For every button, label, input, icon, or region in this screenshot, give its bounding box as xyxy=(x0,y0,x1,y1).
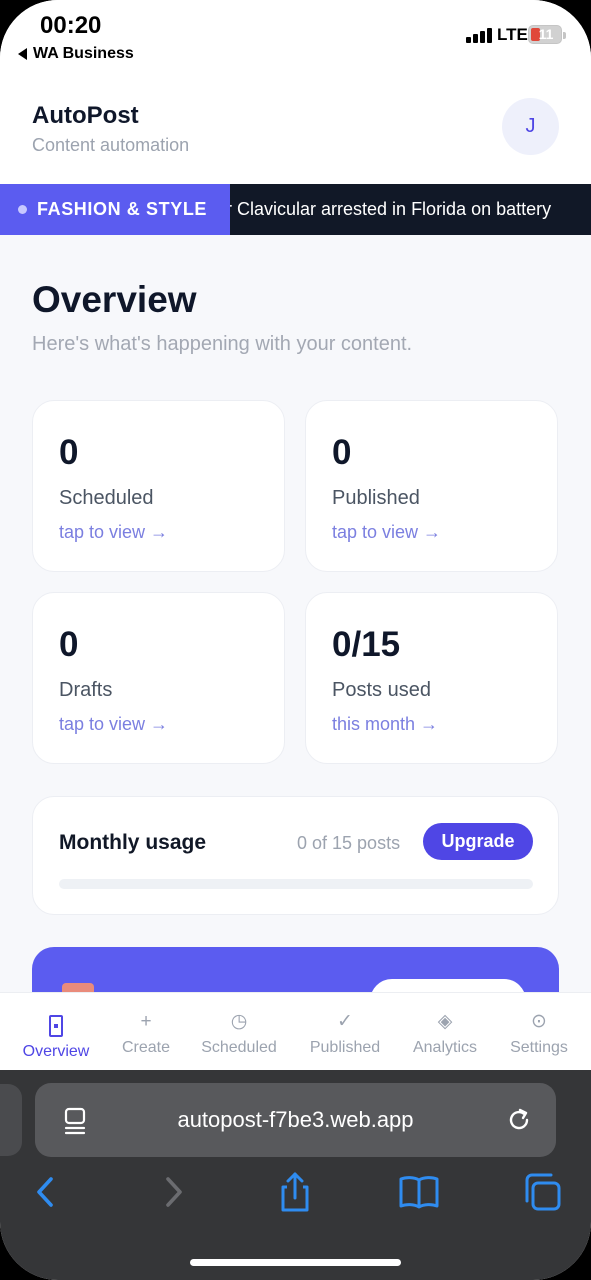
back-app-label: WA Business xyxy=(33,45,134,62)
previous-tab-preview[interactable] xyxy=(0,1084,22,1156)
back-to-app-link[interactable]: WA Business xyxy=(18,45,134,63)
app-header: AutoPost Content automation J xyxy=(0,80,591,184)
stat-label: Drafts xyxy=(59,679,113,701)
tab-label: Create xyxy=(121,1039,171,1056)
browser-nav-row xyxy=(0,1170,591,1224)
stat-value: 0/15 xyxy=(332,625,401,664)
stat-label: Scheduled xyxy=(59,487,154,509)
clock-icon: ◷ xyxy=(230,1011,248,1032)
ticker-category: FASHION & STYLE xyxy=(37,199,208,219)
stat-link[interactable]: tap to view → xyxy=(59,522,168,543)
back-triangle-icon xyxy=(18,48,27,60)
browser-toolbar: autopost-f7be3.web.app xyxy=(0,1070,591,1280)
bottom-tab-bar: Overview + Create ◷ Scheduled ✓ Publishe… xyxy=(0,992,591,1070)
diamond-icon: ◈ xyxy=(437,1011,453,1032)
home-indicator[interactable] xyxy=(190,1259,401,1266)
usage-progress-bar xyxy=(59,879,533,889)
monthly-usage-card: Monthly usage 0 of 15 posts Upgrade xyxy=(32,796,559,915)
status-bar: 00:20 WA Business LTE 11 xyxy=(0,0,591,80)
check-icon: ✓ xyxy=(337,1011,353,1032)
tab-scheduled[interactable]: ◷ Scheduled xyxy=(194,993,284,1071)
promo-action-button[interactable] xyxy=(370,979,526,992)
tab-settings[interactable]: ⊙ Settings xyxy=(500,993,578,1071)
plus-icon: + xyxy=(140,1011,152,1032)
reload-icon[interactable] xyxy=(504,1105,534,1135)
tab-published[interactable]: ✓ Published xyxy=(300,993,390,1071)
calendar-emoji-icon xyxy=(62,983,94,992)
promo-banner[interactable] xyxy=(32,947,559,992)
tab-label: Published xyxy=(309,1039,381,1056)
status-time: 00:20 xyxy=(40,12,102,39)
app-subtitle: Content automation xyxy=(32,135,190,155)
stat-value: 0 xyxy=(332,433,352,472)
stat-link[interactable]: tap to view → xyxy=(59,714,168,735)
address-bar[interactable]: autopost-f7be3.web.app xyxy=(35,1083,556,1157)
overview-icon xyxy=(49,1015,63,1037)
phone-screen: 00:20 WA Business LTE 11 AutoPost Conten… xyxy=(0,0,591,1280)
url-text[interactable]: autopost-f7be3.web.app xyxy=(35,1083,556,1157)
back-arrow-icon[interactable] xyxy=(24,1170,68,1214)
page-title: Overview xyxy=(32,279,197,320)
stat-label: Posts used xyxy=(332,679,431,701)
usage-count: 0 of 15 posts xyxy=(297,833,401,853)
usage-label: Monthly usage xyxy=(59,831,207,854)
tab-label: Scheduled xyxy=(201,1039,277,1056)
stat-card-drafts[interactable]: 0 Drafts tap to view → xyxy=(32,592,285,764)
avatar[interactable]: J xyxy=(502,98,559,155)
share-icon[interactable] xyxy=(273,1170,317,1214)
tab-label: Analytics xyxy=(412,1039,478,1056)
tab-label: Overview xyxy=(22,1043,90,1060)
live-dot-icon xyxy=(18,205,27,214)
stat-label: Published xyxy=(332,487,420,509)
tab-analytics[interactable]: ◈ Analytics xyxy=(402,993,488,1071)
stat-card-posts-used[interactable]: 0/15 Posts used this month → xyxy=(305,592,558,764)
bookmarks-icon[interactable] xyxy=(397,1170,441,1214)
stat-value: 0 xyxy=(59,625,79,664)
stat-link[interactable]: tap to view → xyxy=(332,522,441,543)
news-ticker[interactable]: FASHION & STYLE r Clavicular arrested in… xyxy=(0,184,591,235)
page-subtitle: Here's what's happening with your conten… xyxy=(32,333,413,355)
ticker-category-tag: FASHION & STYLE xyxy=(0,184,230,235)
network-type: LTE xyxy=(497,25,528,44)
forward-arrow-icon[interactable] xyxy=(151,1170,195,1214)
stat-card-published[interactable]: 0 Published tap to view → xyxy=(305,400,558,572)
tab-overview[interactable]: Overview xyxy=(12,993,100,1071)
signal-strength-icon xyxy=(466,27,492,43)
tab-label: Settings xyxy=(510,1039,568,1056)
tabs-icon[interactable] xyxy=(521,1170,565,1214)
battery-level: 11 xyxy=(538,26,554,42)
stat-value: 0 xyxy=(59,433,79,472)
main-content: Overview Here's what's happening with yo… xyxy=(0,235,591,992)
ticker-headline[interactable]: r Clavicular arrested in Florida on batt… xyxy=(226,184,551,235)
gear-icon: ⊙ xyxy=(531,1011,547,1032)
battery-icon: 11 xyxy=(528,25,566,44)
stat-link[interactable]: this month → xyxy=(332,714,438,735)
app-title: AutoPost xyxy=(32,102,139,129)
tab-create[interactable]: + Create xyxy=(106,993,186,1071)
stat-card-scheduled[interactable]: 0 Scheduled tap to view → xyxy=(32,400,285,572)
upgrade-button[interactable]: Upgrade xyxy=(423,823,533,860)
